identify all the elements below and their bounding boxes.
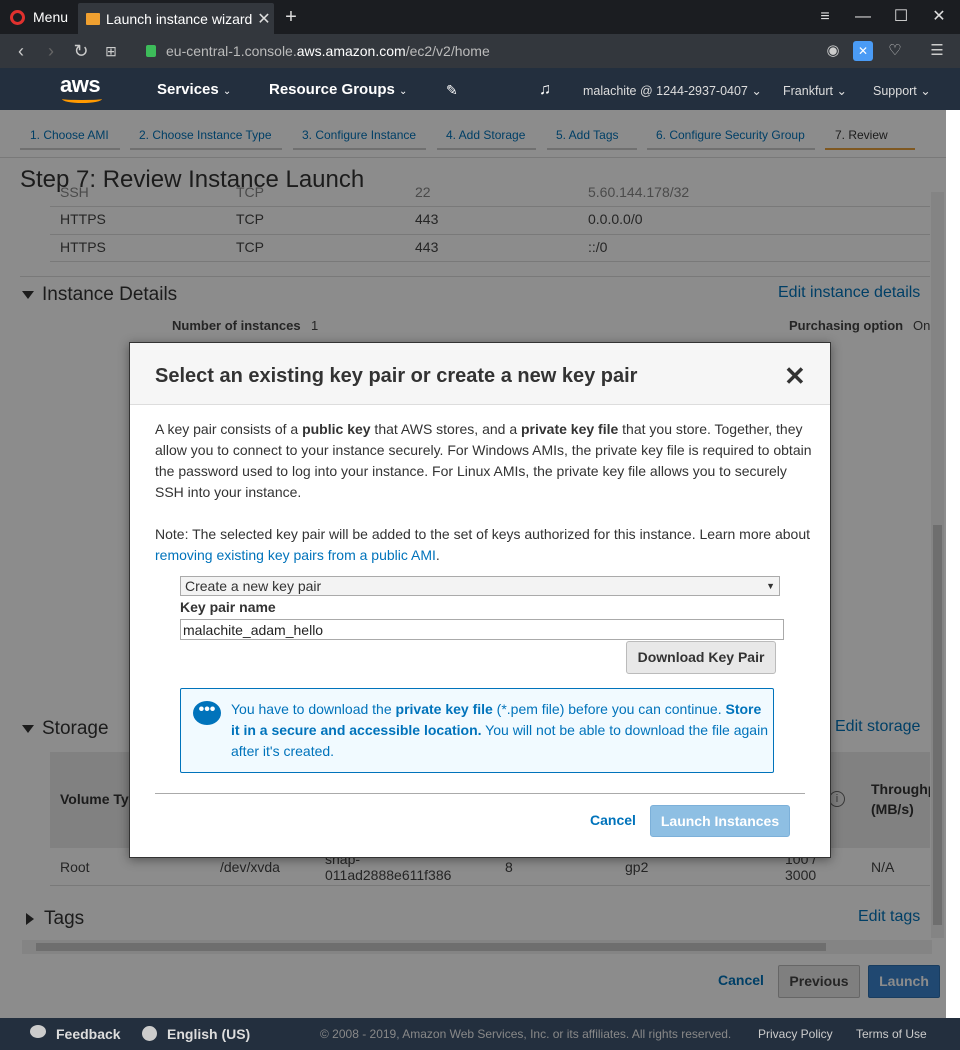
- support-label: Support: [873, 84, 917, 98]
- key-pair-note: Note: The selected key pair will be adde…: [155, 524, 815, 566]
- key-pair-description: A key pair consists of a public key that…: [155, 419, 815, 503]
- feedback-link[interactable]: Feedback: [56, 1026, 121, 1042]
- url-field[interactable]: eu-central-1.console.aws.amazon.com/ec2/…: [166, 43, 490, 59]
- account-menu[interactable]: malachite @ 1244-2937-0407 ⌄: [583, 68, 762, 110]
- modal-cancel-button[interactable]: Cancel: [590, 812, 636, 828]
- lock-icon: [146, 45, 156, 57]
- url-prefix: eu-central-1.console.: [166, 43, 297, 59]
- globe-icon: [142, 1026, 157, 1041]
- browser-tab[interactable]: Launch instance wizard | ✕: [78, 3, 274, 34]
- chevron-down-icon: ⌄: [920, 84, 931, 98]
- heart-icon[interactable]: ♡: [884, 40, 906, 62]
- back-icon[interactable]: ‹: [6, 41, 36, 62]
- settings-icon[interactable]: ☰: [926, 40, 948, 62]
- region-menu[interactable]: Frankfurt ⌄: [783, 68, 847, 110]
- info-bold: private key file: [395, 701, 493, 717]
- terms-of-use-link[interactable]: Terms of Use: [856, 1027, 927, 1041]
- url-path: /ec2/v2/home: [405, 43, 490, 59]
- chat-bubble-icon: •••: [193, 701, 221, 725]
- desc-text: that AWS stores, and a: [370, 421, 521, 437]
- note-text: Note: The selected key pair will be adde…: [155, 526, 811, 542]
- camera-icon[interactable]: ◉: [822, 40, 844, 62]
- download-warning-text: You have to download the private key fil…: [231, 699, 771, 762]
- download-key-pair-button[interactable]: Download Key Pair: [626, 641, 776, 674]
- resource-groups-label: Resource Groups: [269, 81, 395, 98]
- chevron-down-icon: ⌄: [399, 86, 408, 97]
- remove-key-pairs-link[interactable]: removing existing key pairs from a publi…: [155, 547, 436, 563]
- privacy-policy-link[interactable]: Privacy Policy: [758, 1027, 833, 1041]
- download-warning-box: ••• You have to download the private key…: [180, 688, 774, 773]
- info-text: (*.pem file) before you can continue.: [492, 701, 726, 717]
- tab-title: Launch instance wizard |: [106, 10, 254, 27]
- region-label: Frankfurt: [783, 84, 834, 98]
- browser-menu-label: Menu: [33, 9, 69, 25]
- tab-menu-icon[interactable]: ≡: [812, 4, 838, 30]
- tab-close-icon[interactable]: ✕: [254, 9, 274, 29]
- key-pair-name-label: Key pair name: [180, 599, 276, 615]
- shield-icon[interactable]: ✕: [853, 41, 873, 61]
- feedback-icon: [30, 1025, 46, 1038]
- maximize-icon[interactable]: ☐: [888, 4, 914, 30]
- address-bar: ‹ › ↻ ⊞ eu-central-1.console.aws.amazon.…: [0, 34, 960, 68]
- services-label: Services: [157, 81, 219, 98]
- window-close-icon[interactable]: ✕: [926, 4, 952, 30]
- modal-title: Select an existing key pair or create a …: [155, 365, 638, 387]
- chevron-down-icon: ⌄: [222, 86, 232, 97]
- url-domain: aws.amazon.com: [296, 43, 406, 59]
- browser-menu-button[interactable]: Menu: [0, 0, 76, 34]
- support-menu[interactable]: Support ⌄: [873, 68, 931, 110]
- bell-icon[interactable]: ♫: [539, 68, 551, 110]
- key-pair-name-input[interactable]: [180, 619, 784, 640]
- info-text: You have to download the: [231, 701, 396, 717]
- key-pair-modal: Select an existing key pair or create a …: [129, 342, 831, 858]
- desc-bold: public key: [302, 421, 371, 437]
- resource-groups-menu[interactable]: Resource Groups ⌄: [269, 68, 407, 110]
- aws-smile-icon: [62, 95, 102, 103]
- close-icon[interactable]: ✕: [784, 363, 806, 389]
- chevron-down-icon: ⌄: [751, 84, 762, 98]
- note-text: .: [435, 547, 440, 563]
- select-value: Create a new key pair: [185, 578, 322, 594]
- dropdown-arrow-icon: ▼: [766, 581, 775, 591]
- chevron-down-icon: ⌄: [836, 84, 847, 98]
- key-pair-mode-select[interactable]: Create a new key pair ▼: [180, 576, 780, 596]
- speed-dial-icon[interactable]: ⊞: [96, 43, 126, 60]
- copyright: © 2008 - 2019, Amazon Web Services, Inc.…: [320, 1027, 732, 1041]
- language-selector[interactable]: English (US): [167, 1026, 250, 1042]
- services-menu[interactable]: Services ⌄: [157, 68, 231, 110]
- account-label: malachite @ 1244-2937-0407: [583, 84, 748, 98]
- divider: [155, 793, 805, 794]
- opera-logo-icon: [10, 9, 25, 25]
- aws-footer: Feedback English (US) © 2008 - 2019, Ama…: [0, 1018, 960, 1050]
- launch-instances-button[interactable]: Launch Instances: [650, 805, 790, 837]
- desc-text: A key pair consists of a: [155, 421, 303, 437]
- new-tab-icon[interactable]: +: [280, 4, 302, 30]
- minimize-icon[interactable]: —: [850, 4, 876, 30]
- aws-box-icon: [86, 12, 100, 25]
- reload-icon[interactable]: ↻: [66, 41, 96, 62]
- pin-icon[interactable]: ✎: [446, 68, 458, 110]
- forward-icon[interactable]: ›: [36, 41, 66, 62]
- desc-bold: private key file: [521, 421, 619, 437]
